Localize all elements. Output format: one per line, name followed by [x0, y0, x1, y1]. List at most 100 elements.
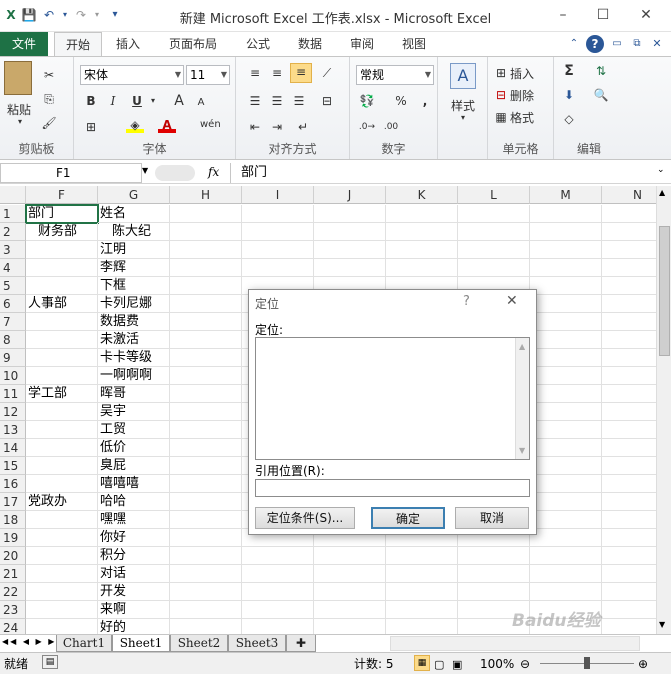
column-header-m[interactable]: M [530, 186, 602, 204]
cell[interactable] [530, 565, 602, 583]
cell[interactable] [242, 241, 314, 259]
cell[interactable] [170, 295, 242, 313]
cell[interactable] [314, 565, 386, 583]
currency-icon[interactable]: 💱 [358, 93, 376, 109]
cell[interactable] [242, 619, 314, 634]
cell[interactable] [170, 349, 242, 367]
tab-view[interactable]: 视图 [392, 32, 436, 56]
zoom-level[interactable]: 100% [480, 654, 514, 674]
cell[interactable] [170, 565, 242, 583]
cell[interactable] [458, 223, 530, 241]
sheet-tab-chart1[interactable]: Chart1 [56, 635, 112, 652]
autosum-button[interactable]: Σ [560, 63, 578, 79]
cell[interactable] [602, 205, 658, 223]
cell-name[interactable]: 卡卡等级 [98, 349, 170, 367]
formula-bar-splitter[interactable] [155, 165, 195, 181]
cell-department[interactable] [26, 457, 98, 475]
cell-department[interactable] [26, 403, 98, 421]
align-center-icon[interactable]: ☰ [268, 93, 286, 109]
cell-department[interactable] [26, 241, 98, 259]
cell[interactable] [242, 205, 314, 223]
cell[interactable] [602, 565, 658, 583]
cell-name[interactable]: 对话 [98, 565, 170, 583]
cell-name[interactable]: 来啊 [98, 601, 170, 619]
cancel-button[interactable]: 取消 [455, 507, 529, 529]
row-header[interactable]: 16 [0, 475, 26, 493]
cell[interactable] [170, 601, 242, 619]
cell-name[interactable]: 姓名 [98, 205, 170, 223]
new-sheet-icon[interactable]: ✚ [286, 635, 316, 652]
cell-department[interactable]: 党政办 [26, 493, 98, 511]
phonetic-button[interactable]: wén [200, 117, 221, 133]
borders-icon[interactable]: ⊞ [82, 119, 100, 135]
cell[interactable] [602, 385, 658, 403]
dialog-help-button[interactable]: ? [463, 294, 470, 309]
cell[interactable] [386, 583, 458, 601]
cell[interactable] [602, 601, 658, 619]
percent-button[interactable]: % [392, 93, 410, 109]
underline-dropdown-icon[interactable]: ▾ [144, 93, 162, 109]
cell[interactable] [242, 583, 314, 601]
formula-input[interactable]: 部门 [230, 163, 656, 183]
cell-department[interactable] [26, 619, 98, 634]
cell-department[interactable] [26, 511, 98, 529]
cell[interactable] [602, 493, 658, 511]
scroll-down-icon[interactable]: ▼ [659, 620, 665, 629]
cell[interactable] [170, 529, 242, 547]
cell[interactable] [530, 241, 602, 259]
cell[interactable] [170, 619, 242, 634]
cell[interactable] [530, 277, 602, 295]
normal-view-icon[interactable]: ▦ [414, 655, 430, 671]
cell-name[interactable]: 数据费 [98, 313, 170, 331]
cell[interactable] [170, 277, 242, 295]
cell[interactable] [530, 313, 602, 331]
cell[interactable] [170, 241, 242, 259]
sheet-tab-sheet3[interactable]: Sheet3 [228, 635, 286, 652]
row-header[interactable]: 14 [0, 439, 26, 457]
cell[interactable] [602, 475, 658, 493]
cell-department[interactable] [26, 439, 98, 457]
cell-department[interactable] [26, 565, 98, 583]
sheet-tab-sheet1[interactable]: Sheet1 [112, 635, 170, 652]
cell-name[interactable]: 嘻嘻嘻 [98, 475, 170, 493]
cell-name[interactable]: 好的 [98, 619, 170, 634]
cell[interactable] [386, 241, 458, 259]
special-button[interactable]: 定位条件(S)... [255, 507, 355, 529]
collapse-ribbon-icon[interactable]: ⌃ [565, 35, 583, 53]
cell[interactable] [170, 547, 242, 565]
cell[interactable] [242, 565, 314, 583]
copy-icon[interactable]: ⎘ [40, 91, 58, 107]
cell[interactable] [242, 223, 314, 241]
cell-department[interactable] [26, 349, 98, 367]
zoom-in-icon[interactable]: ⊕ [638, 654, 648, 674]
paste-label[interactable]: 粘贴 [2, 101, 36, 118]
goto-list-scrollbar[interactable]: ▲ ▼ [515, 338, 529, 459]
cell[interactable] [602, 403, 658, 421]
page-layout-view-icon[interactable]: ▢ [434, 655, 444, 675]
cell-department[interactable] [26, 583, 98, 601]
cell[interactable] [170, 475, 242, 493]
cell[interactable] [602, 349, 658, 367]
cell-department[interactable]: 部门 [25, 204, 99, 224]
format-painter-icon[interactable]: 🖌 [40, 115, 58, 131]
cell[interactable] [314, 583, 386, 601]
cell[interactable] [530, 385, 602, 403]
cell-name[interactable]: 哈哈 [98, 493, 170, 511]
cell-name[interactable]: 嘿嘿 [98, 511, 170, 529]
row-header[interactable]: 7 [0, 313, 26, 331]
fill-icon[interactable]: ⬇ [560, 87, 578, 103]
cell[interactable] [170, 493, 242, 511]
cell[interactable] [602, 295, 658, 313]
cell-name[interactable]: 晖哥 [98, 385, 170, 403]
column-header-h[interactable]: H [170, 186, 242, 204]
row-header[interactable]: 19 [0, 529, 26, 547]
insert-function-icon[interactable]: fx [208, 165, 219, 179]
zoom-slider-thumb[interactable] [584, 657, 590, 669]
cell[interactable] [386, 223, 458, 241]
name-box-dropdown-icon[interactable]: ▼ [142, 166, 154, 175]
cell[interactable] [242, 547, 314, 565]
cell[interactable] [314, 259, 386, 277]
cell[interactable] [530, 583, 602, 601]
help-icon[interactable]: ? [586, 35, 604, 53]
cell[interactable] [530, 349, 602, 367]
